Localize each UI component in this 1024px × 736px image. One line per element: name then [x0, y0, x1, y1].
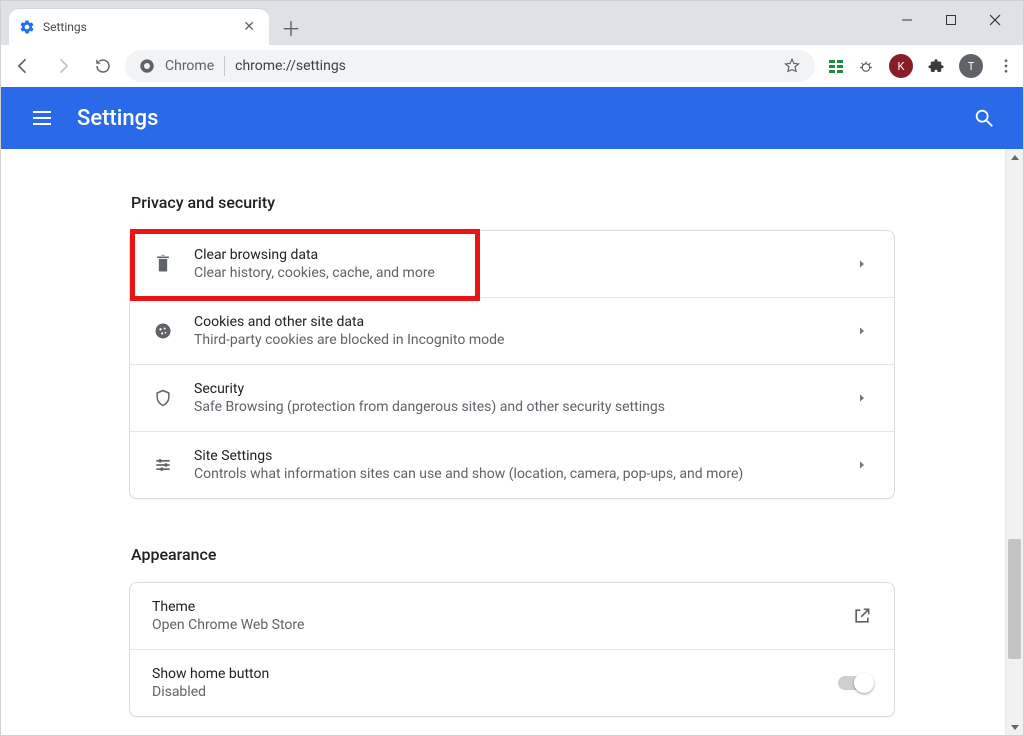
external-link-icon: [852, 606, 872, 626]
chevron-right-icon: [856, 258, 872, 270]
tab-title: Settings: [43, 20, 231, 34]
titlebar: Settings ✕ ＋: [1, 1, 1023, 45]
shield-icon: [152, 388, 174, 408]
chevron-right-icon: [856, 325, 872, 337]
row-subtitle: Third-party cookies are blocked in Incog…: [194, 332, 836, 348]
privacy-section-title: Privacy and security: [131, 193, 895, 212]
settings-header: Settings: [1, 87, 1023, 149]
settings-title: Settings: [77, 106, 158, 131]
nav-toolbar: Chrome chrome://settings K T: [1, 45, 1023, 87]
omnibox[interactable]: Chrome chrome://settings: [125, 50, 815, 82]
row-subtitle: Clear history, cookies, cache, and more: [194, 265, 836, 281]
close-tab-icon[interactable]: ✕: [239, 17, 259, 37]
row-title: Show home button: [152, 666, 838, 682]
chevron-right-icon: [856, 459, 872, 471]
hamburger-menu-icon[interactable]: [29, 107, 55, 129]
chrome-icon: [139, 58, 155, 74]
appearance-section-title: Appearance: [131, 545, 895, 564]
toolbar-actions: K T: [829, 54, 1015, 78]
gear-icon: [19, 19, 35, 35]
row-security[interactable]: Security Safe Browsing (protection from …: [130, 365, 894, 432]
window-controls: [885, 5, 1017, 35]
omnibox-separator: [224, 56, 225, 76]
row-title: Cookies and other site data: [194, 314, 836, 330]
trash-icon: [152, 254, 174, 274]
scrollbar-track[interactable]: [1005, 149, 1023, 735]
row-subtitle: Disabled: [152, 684, 838, 700]
row-subtitle: Safe Browsing (protection from dangerous…: [194, 399, 836, 415]
tab-strip: Settings ✕ ＋: [9, 1, 305, 45]
scrollbar-thumb[interactable]: [1008, 539, 1021, 659]
bookmark-star-icon[interactable]: [783, 57, 801, 75]
extension-bug-icon[interactable]: [857, 57, 875, 75]
row-title: Theme: [152, 599, 852, 615]
chrome-menu-button[interactable]: [997, 57, 1015, 75]
row-title: Site Settings: [194, 448, 836, 464]
sliders-icon: [152, 455, 174, 475]
omnibox-scheme-label: Chrome: [165, 58, 214, 74]
window-close-button[interactable]: [973, 5, 1017, 35]
row-clear-browsing-data[interactable]: Clear browsing data Clear history, cooki…: [130, 231, 894, 298]
window-maximize-button[interactable]: [929, 5, 973, 35]
chevron-right-icon: [856, 392, 872, 404]
window-minimize-button[interactable]: [885, 5, 929, 35]
new-tab-button[interactable]: ＋: [277, 13, 305, 41]
appearance-card: Theme Open Chrome Web Store Show home bu…: [129, 582, 895, 717]
extensions-puzzle-icon[interactable]: [927, 57, 945, 75]
browser-tab-settings[interactable]: Settings ✕: [9, 9, 269, 45]
chrome-window: Settings ✕ ＋: [0, 0, 1024, 736]
extension-grid-icon[interactable]: [829, 60, 843, 73]
row-subtitle: Controls what information sites can use …: [194, 466, 836, 482]
row-show-home-button[interactable]: Show home button Disabled: [130, 650, 894, 716]
row-site-settings[interactable]: Site Settings Controls what information …: [130, 432, 894, 498]
settings-content: Privacy and security Clear browsing data…: [1, 149, 1023, 735]
row-theme[interactable]: Theme Open Chrome Web Store: [130, 583, 894, 650]
nav-back-button[interactable]: [9, 52, 37, 80]
settings-search-icon[interactable]: [973, 107, 995, 129]
cookie-icon: [152, 321, 174, 341]
extension-avatar-k[interactable]: K: [889, 54, 913, 78]
profile-avatar[interactable]: T: [959, 54, 983, 78]
row-title: Clear browsing data: [194, 247, 836, 263]
omnibox-url: chrome://settings: [235, 58, 346, 74]
scroll-down-arrow-icon[interactable]: [1006, 718, 1023, 735]
row-subtitle: Open Chrome Web Store: [152, 617, 852, 633]
row-cookies[interactable]: Cookies and other site data Third-party …: [130, 298, 894, 365]
privacy-card: Clear browsing data Clear history, cooki…: [129, 230, 895, 499]
row-title: Security: [194, 381, 836, 397]
nav-reload-button[interactable]: [89, 52, 117, 80]
scroll-up-arrow-icon[interactable]: [1006, 149, 1023, 166]
nav-forward-button[interactable]: [49, 52, 77, 80]
home-button-toggle[interactable]: [838, 676, 872, 690]
